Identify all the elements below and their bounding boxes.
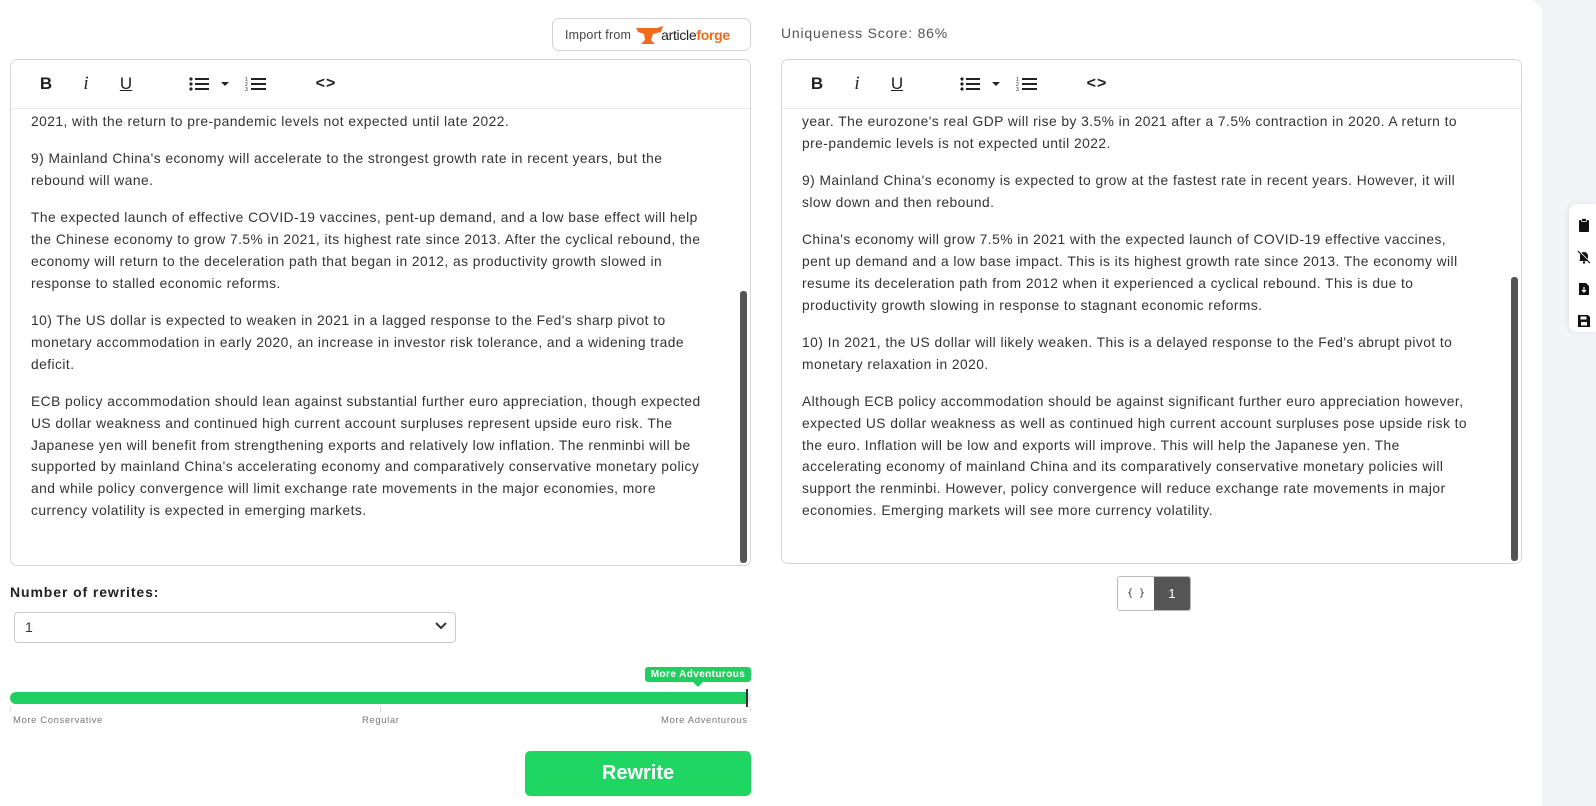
bullet-list-icon (960, 77, 1000, 91)
side-gutter (1542, 0, 1596, 806)
main-panel: Import from articleforge Uniqueness Scor… (0, 0, 1542, 806)
scrollbar[interactable] (1510, 110, 1520, 563)
rewrites-label: Number of rewrites: (10, 584, 160, 600)
bold-button[interactable]: B (808, 72, 826, 96)
slider-tick (750, 706, 751, 712)
paragraph: The expected launch of effective COVID-1… (31, 210, 701, 291)
numbered-list-icon: 1 2 3 (245, 77, 266, 92)
slider-label-adventurous: More Adventurous (661, 715, 748, 726)
paragraph: 10) The US dollar is expected to weaken … (31, 313, 685, 372)
bullet-list-icon (189, 77, 229, 91)
paragraph: Although ECB policy accommodation should… (802, 393, 1467, 518)
rewritten-text[interactable]: year. The eurozone's real GDP will rise … (782, 110, 1507, 563)
bullet-list-button[interactable] (189, 72, 235, 96)
paragraph: year. The eurozone's real GDP will rise … (802, 114, 1457, 151)
bell-off-icon[interactable] (1577, 250, 1591, 264)
scrollbar-thumb[interactable] (740, 291, 747, 563)
slider-value-tag: More Adventurous (645, 667, 751, 687)
paragraph: China's economy will grow 7.5% in 2021 w… (802, 232, 1458, 313)
slider-fill (10, 692, 747, 704)
slider-label-regular: Regular (362, 715, 400, 726)
download-file-icon[interactable] (1577, 282, 1591, 296)
rewrite-pager: { } 1 (1117, 576, 1191, 611)
clipboard-icon[interactable] (1577, 218, 1591, 232)
slider-tick (380, 706, 381, 712)
numbered-list-icon: 1 2 3 (1016, 77, 1037, 92)
paragraph: 2021, with the return to pre-pandemic le… (31, 114, 510, 129)
import-label: Import from (565, 27, 632, 42)
rewrites-select[interactable]: 1 (14, 612, 456, 643)
slider-label-conservative: More Conservative (13, 715, 103, 726)
code-view-button[interactable]: <> (313, 72, 339, 96)
italic-button[interactable]: i (848, 72, 866, 96)
underline-button[interactable]: U (888, 72, 906, 96)
code-toggle-button[interactable]: { } (1118, 577, 1154, 610)
floating-toolbar (1569, 204, 1596, 332)
source-text[interactable]: 2021, with the return to pre-pandemic le… (11, 110, 736, 565)
slider-tick (10, 706, 11, 712)
save-icon[interactable] (1577, 314, 1591, 328)
italic-button[interactable]: i (77, 72, 95, 96)
code-view-button[interactable]: <> (1084, 72, 1110, 96)
paragraph: 10) In 2021, the US dollar will likely w… (802, 334, 1453, 372)
underline-button[interactable]: U (117, 72, 135, 96)
svg-text:3: 3 (1016, 87, 1019, 92)
editor-toolbar: B i U 1 2 3 <> (782, 60, 1521, 109)
creativity-slider[interactable] (10, 689, 751, 707)
numbered-list-button[interactable]: 1 2 3 (243, 72, 269, 96)
source-editor[interactable]: B i U 1 2 3 <> 2021, with the return to … (10, 59, 751, 566)
rewrites-selected-value: 1 (25, 619, 33, 635)
scrollbar[interactable] (739, 110, 749, 565)
import-articleforge-button[interactable]: Import from articleforge (552, 18, 751, 51)
rewrite-editor[interactable]: B i U 1 2 3 <> year. The eurozone's real… (781, 59, 1522, 564)
paragraph: 9) Mainland China's economy will acceler… (31, 151, 663, 189)
articleforge-logo: articleforge (635, 24, 730, 46)
page-1-button[interactable]: 1 (1154, 577, 1190, 610)
numbered-list-button[interactable]: 1 2 3 (1014, 72, 1040, 96)
slider-handle[interactable] (746, 689, 748, 707)
editor-toolbar: B i U 1 2 3 <> (11, 60, 750, 109)
svg-text:3: 3 (245, 87, 248, 92)
paragraph: 9) Mainland China's economy is expected … (802, 173, 1456, 210)
uniqueness-score: Uniqueness Score: 86% (781, 25, 948, 41)
bold-button[interactable]: B (37, 72, 55, 96)
scrollbar-thumb[interactable] (1511, 277, 1518, 561)
rewrite-button[interactable]: Rewrite (525, 751, 751, 796)
bullet-list-button[interactable] (960, 72, 1006, 96)
paragraph: ECB policy accommodation should lean aga… (31, 393, 701, 518)
chevron-down-icon (435, 622, 447, 630)
